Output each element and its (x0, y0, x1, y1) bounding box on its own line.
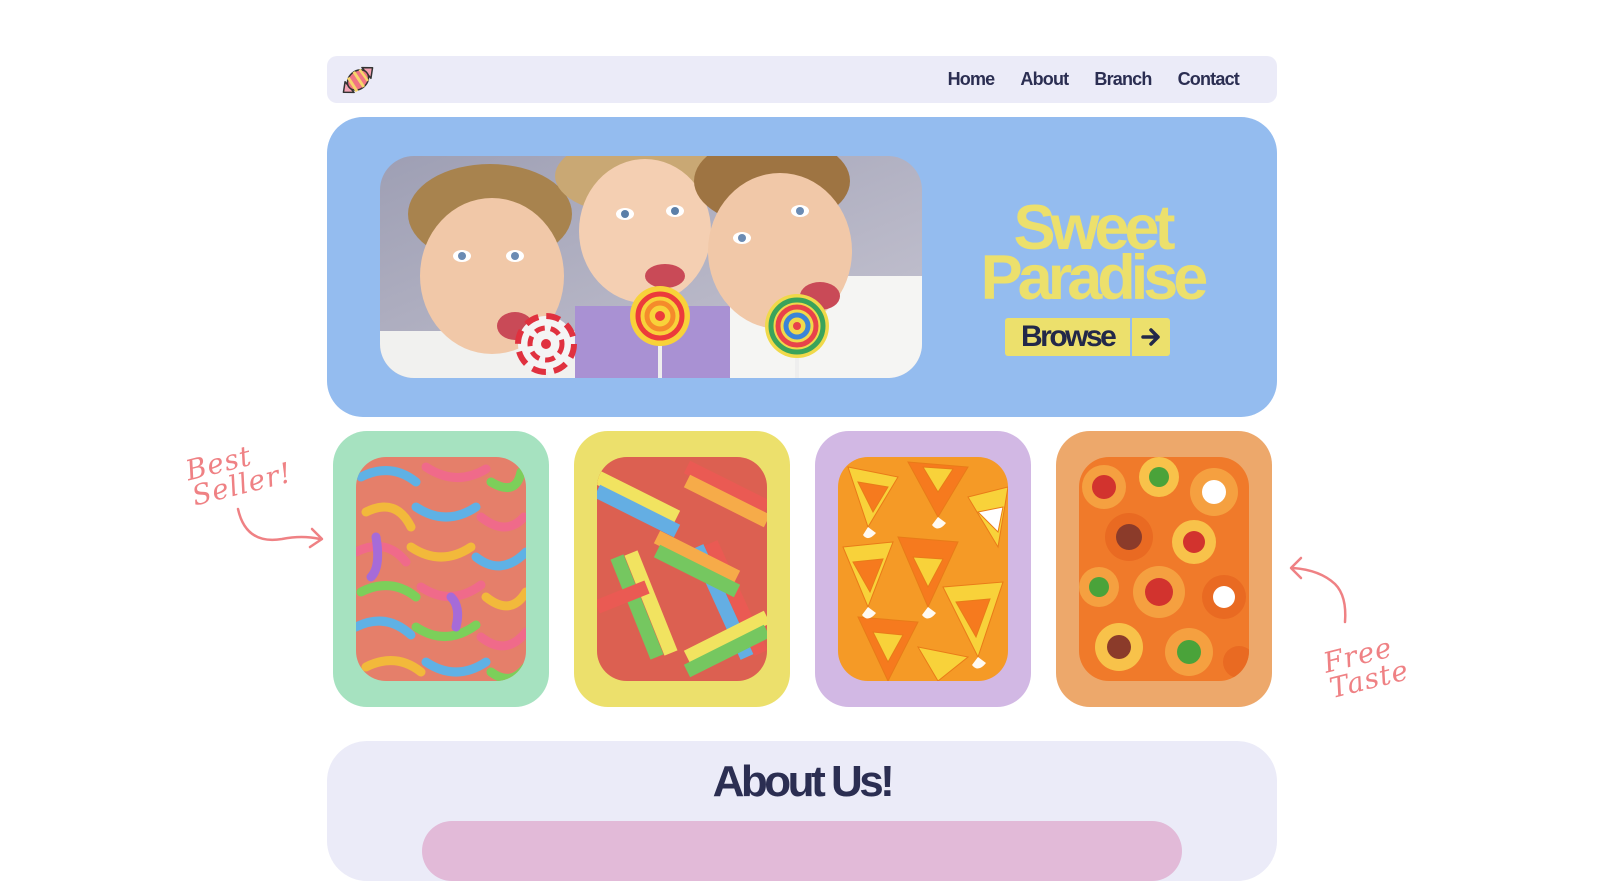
top-navbar: Home About Branch Contact (327, 56, 1277, 103)
hero-title: Sweet Paradise (967, 197, 1217, 313)
nav-link-contact[interactable]: Contact (1178, 69, 1240, 90)
browse-button[interactable]: Browse (1005, 318, 1171, 356)
nav-links: Home About Branch Contact (948, 56, 1240, 103)
children-with-lollipops-photo (380, 156, 922, 378)
product-image (597, 457, 767, 681)
browse-label: Browse (1005, 318, 1131, 356)
about-content-strip (422, 821, 1182, 881)
curved-arrow-icon (236, 507, 324, 549)
about-section: About Us! (327, 741, 1277, 881)
product-card-sour-belts[interactable] (574, 431, 790, 707)
nav-link-branch[interactable]: Branch (1094, 69, 1152, 90)
hero-banner: Sweet Paradise Browse (327, 117, 1277, 417)
nav-link-about[interactable]: About (1020, 69, 1069, 90)
candy-icon[interactable] (337, 59, 379, 101)
free-taste-note: Free Taste (1320, 631, 1412, 705)
about-title: About Us! (712, 757, 895, 806)
curved-arrow-icon (1289, 556, 1347, 624)
nav-link-home[interactable]: Home (948, 69, 996, 90)
product-image (1079, 457, 1249, 681)
product-card-gummy-worms[interactable] (333, 431, 549, 707)
product-image (838, 457, 1008, 681)
best-seller-note: Best Seller! (182, 434, 295, 512)
candy-corn-photo (838, 457, 1008, 681)
sour-rainbow-belts-photo (597, 457, 767, 681)
gummy-burgers-photo (1079, 457, 1249, 681)
product-card-gummy-burgers[interactable] (1056, 431, 1272, 707)
hero-title-line2: Paradise (980, 243, 1209, 313)
sour-gummy-worms-photo (356, 457, 526, 681)
product-image (356, 457, 526, 681)
hero-photo (380, 156, 922, 378)
arrow-right-icon (1132, 318, 1171, 356)
product-card-candy-corn[interactable] (815, 431, 1031, 707)
